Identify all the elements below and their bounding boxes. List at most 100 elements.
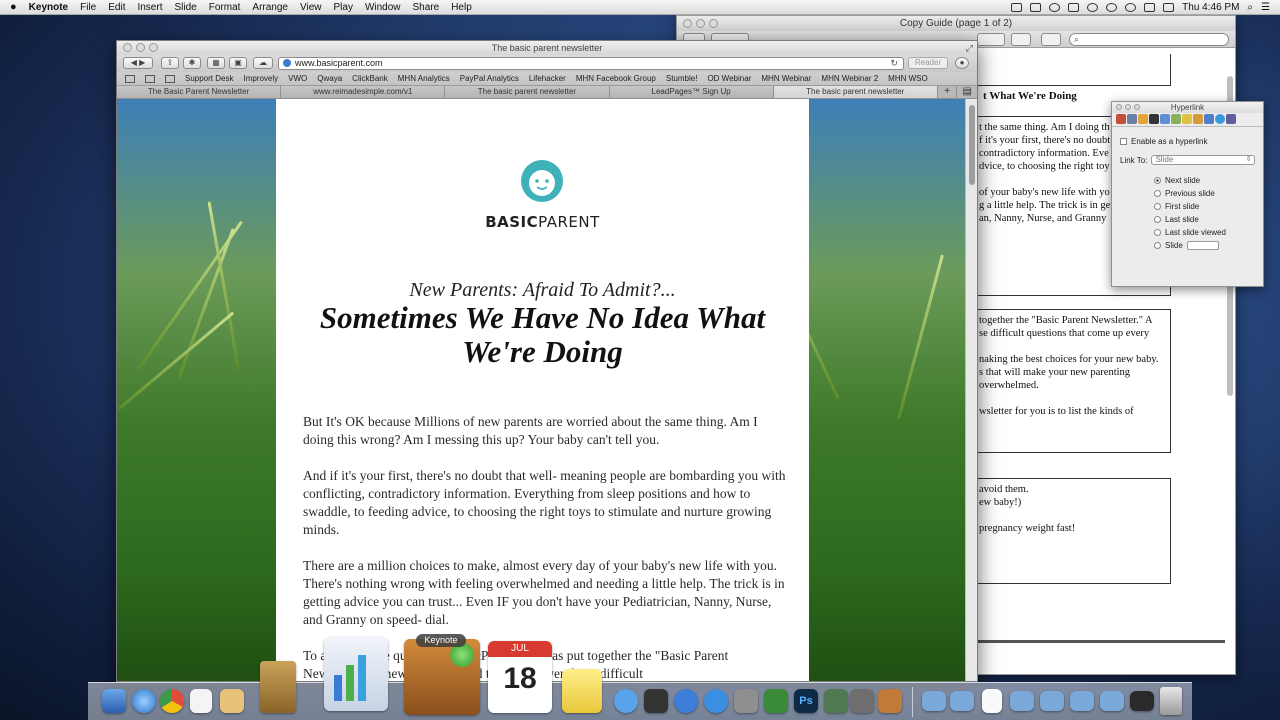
- calendar-icon[interactable]: JUL 18: [488, 641, 552, 713]
- share-icon[interactable]: ⇪: [161, 57, 179, 69]
- tab-basic-parent-newsletter[interactable]: The Basic Parent Newsletter: [117, 86, 282, 98]
- menu-play[interactable]: Play: [333, 2, 352, 13]
- copy-guide-search-input[interactable]: ⌕: [1069, 33, 1229, 46]
- bookmark-mhn-webinar[interactable]: MHN Webinar: [761, 74, 811, 83]
- minimize-button[interactable]: [696, 19, 705, 28]
- slide-inspector-icon[interactable]: [1127, 114, 1137, 124]
- quill-app-icon[interactable]: [260, 661, 296, 713]
- timemachine-icon[interactable]: [1087, 2, 1099, 12]
- safari-close-button[interactable]: [123, 43, 132, 52]
- chart-inspector-icon[interactable]: [1193, 114, 1203, 124]
- menu-help[interactable]: Help: [451, 2, 472, 13]
- bookmark-improvely[interactable]: Improvely: [243, 74, 278, 83]
- textedit-icon[interactable]: [190, 689, 212, 713]
- reading-list-icon[interactable]: [125, 74, 135, 83]
- option-last-slide[interactable]: Last slide: [1154, 215, 1199, 224]
- radio-first-slide[interactable]: [1154, 203, 1161, 210]
- notification-center-icon[interactable]: ☰: [1261, 2, 1270, 13]
- spotlight-icon[interactable]: ⌕: [1247, 2, 1253, 13]
- menu-edit[interactable]: Edit: [108, 2, 125, 13]
- chrome-icon[interactable]: [160, 689, 184, 713]
- zoom-button[interactable]: [709, 19, 718, 28]
- reader-button[interactable]: Reader: [908, 57, 948, 69]
- close-button[interactable]: [683, 19, 692, 28]
- screenshot-stack-icon[interactable]: [1130, 691, 1154, 711]
- image-capture-icon[interactable]: [878, 689, 902, 713]
- evernote-dock-icon[interactable]: [764, 689, 788, 713]
- itunes-icon[interactable]: [674, 689, 698, 713]
- inspector-zoom-button[interactable]: [1134, 104, 1140, 110]
- extension-icon[interactable]: ✱: [183, 57, 201, 69]
- radio-next-slide[interactable]: [1154, 177, 1161, 184]
- tab-leadpages-signup[interactable]: LeadPages™ Sign Up: [609, 86, 774, 98]
- document-icon[interactable]: [982, 689, 1002, 713]
- option-next-slide[interactable]: Next slide: [1154, 176, 1200, 185]
- option-first-slide[interactable]: First slide: [1154, 202, 1199, 211]
- option-previous-slide[interactable]: Previous slide: [1154, 189, 1215, 198]
- address-bar[interactable]: www.basicparent.com ↻: [278, 57, 904, 70]
- safari-titlebar[interactable]: The basic parent newsletter ⤢: [117, 41, 977, 55]
- graphic-inspector-icon[interactable]: [1160, 114, 1170, 124]
- messages-icon[interactable]: [614, 689, 638, 713]
- safari-scroll-thumb[interactable]: [969, 105, 975, 185]
- contacts-icon[interactable]: [220, 689, 244, 713]
- menu-window[interactable]: Window: [365, 2, 401, 13]
- folder-icon[interactable]: [950, 691, 974, 711]
- bookmark-mhn-facebook-group[interactable]: MHN Facebook Group: [576, 74, 656, 83]
- numbers-icon[interactable]: [324, 637, 388, 711]
- apple-menu-icon[interactable]: ●: [10, 1, 17, 13]
- pen-icon[interactable]: [977, 33, 1005, 46]
- app-store-icon[interactable]: [704, 689, 728, 713]
- metrics-inspector-icon[interactable]: [1171, 114, 1181, 124]
- bookmark-od-webinar[interactable]: OD Webinar: [707, 74, 751, 83]
- back-forward-icon[interactable]: ◀ ▶: [123, 57, 153, 69]
- quicktime-inspector-icon[interactable]: [1215, 114, 1225, 124]
- radio-last-slide-viewed[interactable]: [1154, 229, 1161, 236]
- mail-icon[interactable]: [1030, 2, 1042, 12]
- table-inspector-icon[interactable]: [1182, 114, 1192, 124]
- display-icon[interactable]: [1068, 2, 1080, 12]
- folder-icon[interactable]: [1070, 691, 1094, 711]
- enable-hyperlink-checkbox[interactable]: [1120, 138, 1127, 145]
- document-inspector-icon[interactable]: [1116, 114, 1126, 124]
- radio-slide[interactable]: [1154, 242, 1161, 249]
- bookmark-mhn-analytics[interactable]: MHN Analytics: [398, 74, 450, 83]
- rotate-icon[interactable]: [1011, 33, 1031, 46]
- inspector-minimize-button[interactable]: [1125, 104, 1131, 110]
- clock[interactable]: Thu 4:46 PM: [1182, 2, 1239, 13]
- trash-icon[interactable]: [1160, 687, 1182, 715]
- menu-format[interactable]: Format: [209, 2, 241, 13]
- bookmark-paypal-analytics[interactable]: PayPal Analytics: [460, 74, 519, 83]
- bluetooth-icon[interactable]: [1106, 2, 1118, 12]
- screenflow-icon[interactable]: [850, 689, 874, 713]
- enable-hyperlink-row[interactable]: Enable as a hyperlink: [1120, 137, 1208, 146]
- menu-view[interactable]: View: [300, 2, 322, 13]
- menu-share[interactable]: Share: [413, 2, 440, 13]
- system-preferences-icon[interactable]: [734, 689, 758, 713]
- extra-inspector-icon[interactable]: [1226, 114, 1236, 124]
- photo-booth-icon[interactable]: [644, 689, 668, 713]
- keynote-icon[interactable]: [404, 639, 480, 715]
- fullscreen-icon[interactable]: ⤢: [966, 41, 973, 55]
- pocket-icon[interactable]: ▣: [229, 57, 247, 69]
- bookmark-stumble[interactable]: Stumble!: [666, 74, 698, 83]
- tab-overview-icon[interactable]: ▤: [957, 86, 977, 98]
- bookmark-mhn-wso[interactable]: MHN WSO: [888, 74, 928, 83]
- bookmarks-icon[interactable]: [145, 74, 155, 83]
- radio-previous-slide[interactable]: [1154, 190, 1161, 197]
- bookmark-clickbank[interactable]: ClickBank: [352, 74, 388, 83]
- folder-icon[interactable]: [1040, 691, 1064, 711]
- text-inspector-icon[interactable]: [1149, 114, 1159, 124]
- screen-icon[interactable]: [1011, 2, 1023, 12]
- option-slide[interactable]: Slide: [1154, 241, 1219, 250]
- menu-insert[interactable]: Insert: [137, 2, 162, 13]
- menu-arrange[interactable]: Arrange: [252, 2, 288, 13]
- folder-icon[interactable]: [1010, 691, 1034, 711]
- new-tab-button[interactable]: +: [938, 86, 958, 98]
- edit-icon[interactable]: [1041, 33, 1061, 46]
- tab-basic-parent-newsletter-active[interactable]: The basic parent newsletter: [773, 86, 938, 98]
- copy-guide-titlebar[interactable]: Copy Guide (page 1 of 2): [677, 16, 1235, 31]
- wifi-icon[interactable]: [1125, 2, 1137, 12]
- folder-icon[interactable]: [1100, 691, 1124, 711]
- volume-icon[interactable]: [1144, 2, 1156, 12]
